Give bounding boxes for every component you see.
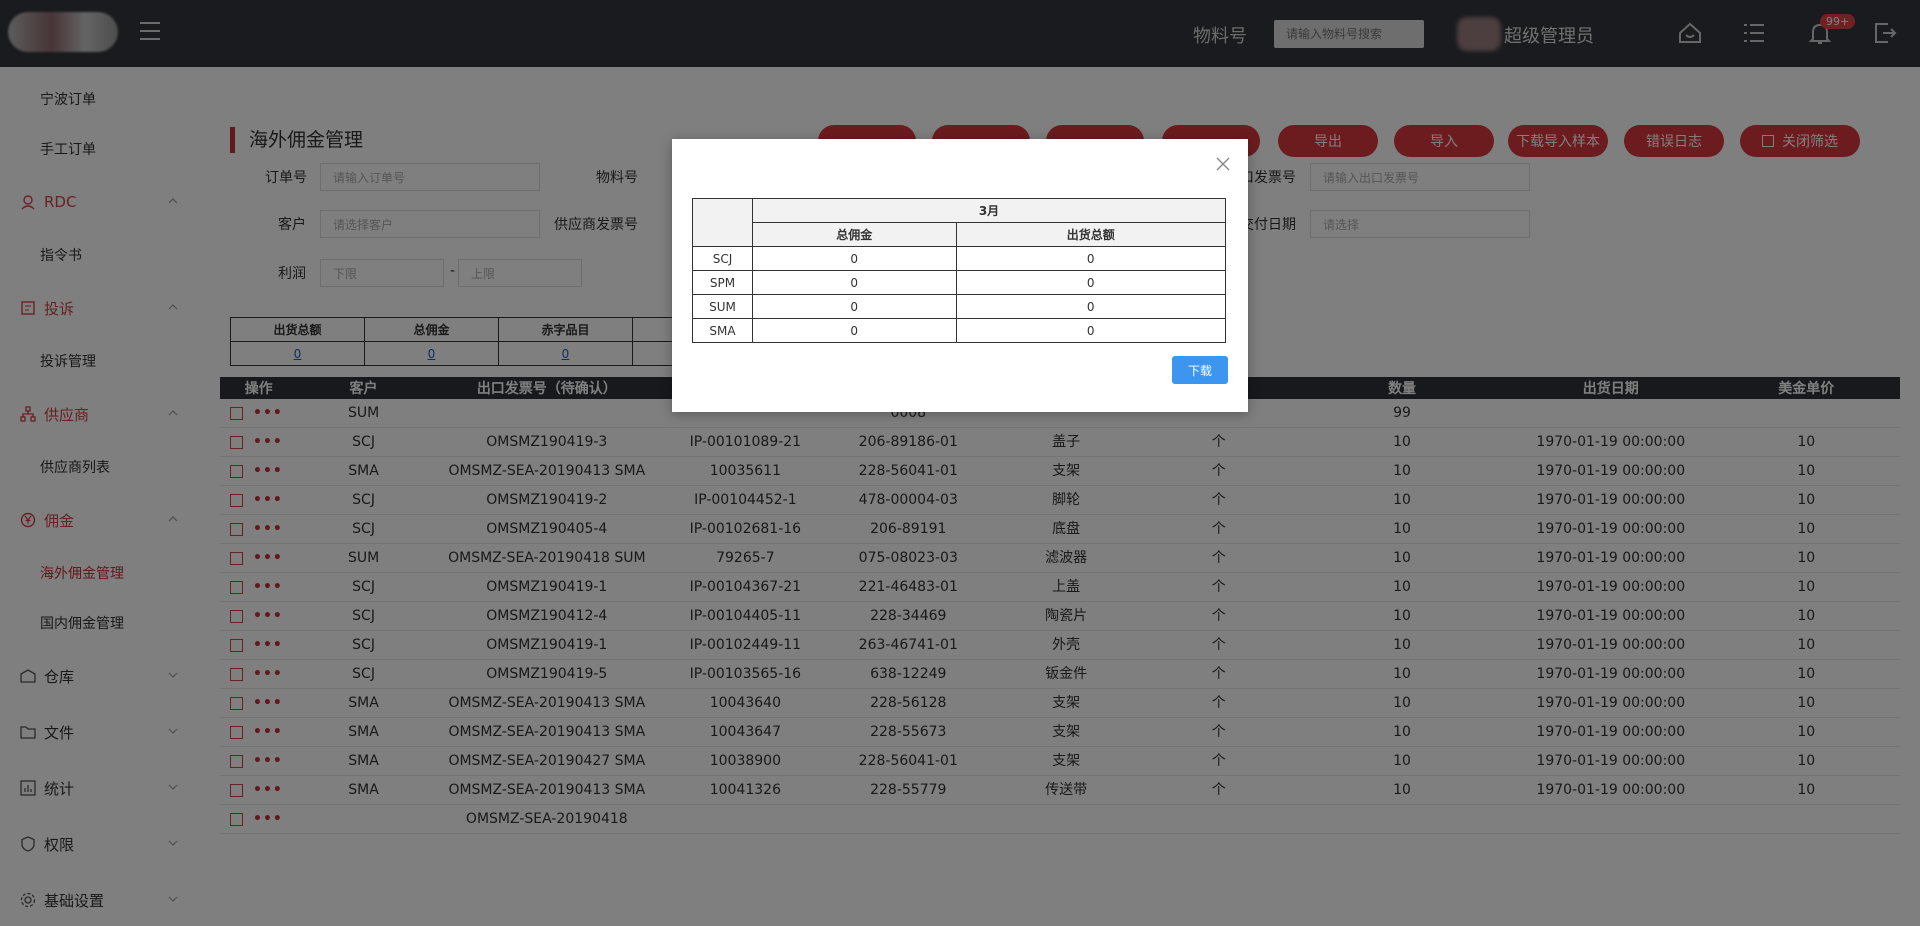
row-name: SUM	[692, 294, 753, 319]
shipment-value: 0	[955, 246, 1226, 271]
shipment-value: 0	[955, 270, 1226, 295]
month-header: 3月	[752, 198, 1226, 223]
shipment-value: 0	[955, 294, 1226, 319]
row-name: SMA	[692, 318, 753, 343]
commission-value: 0	[752, 270, 957, 295]
commission-value: 0	[752, 246, 957, 271]
shipment-header: 出货总额	[955, 222, 1226, 247]
commission-header: 总佣金	[752, 222, 957, 247]
dialog-table: 3月 总佣金 出货总额 SCJ 0 0 SPM 0 0 SUM 0 0 SMA 0 0	[692, 198, 1226, 343]
corner-cell	[692, 198, 753, 247]
commission-value: 0	[752, 318, 957, 343]
row-name: SCJ	[692, 246, 753, 271]
download-button[interactable]: 下载	[1172, 356, 1228, 384]
commission-value: 0	[752, 294, 957, 319]
row-name: SPM	[692, 270, 753, 295]
shipment-value: 0	[955, 318, 1226, 343]
commission-summary-dialog: 3月 总佣金 出货总额 SCJ 0 0 SPM 0 0 SUM 0 0 SMA 0 0 下载	[672, 139, 1248, 412]
close-icon[interactable]	[1216, 157, 1230, 171]
